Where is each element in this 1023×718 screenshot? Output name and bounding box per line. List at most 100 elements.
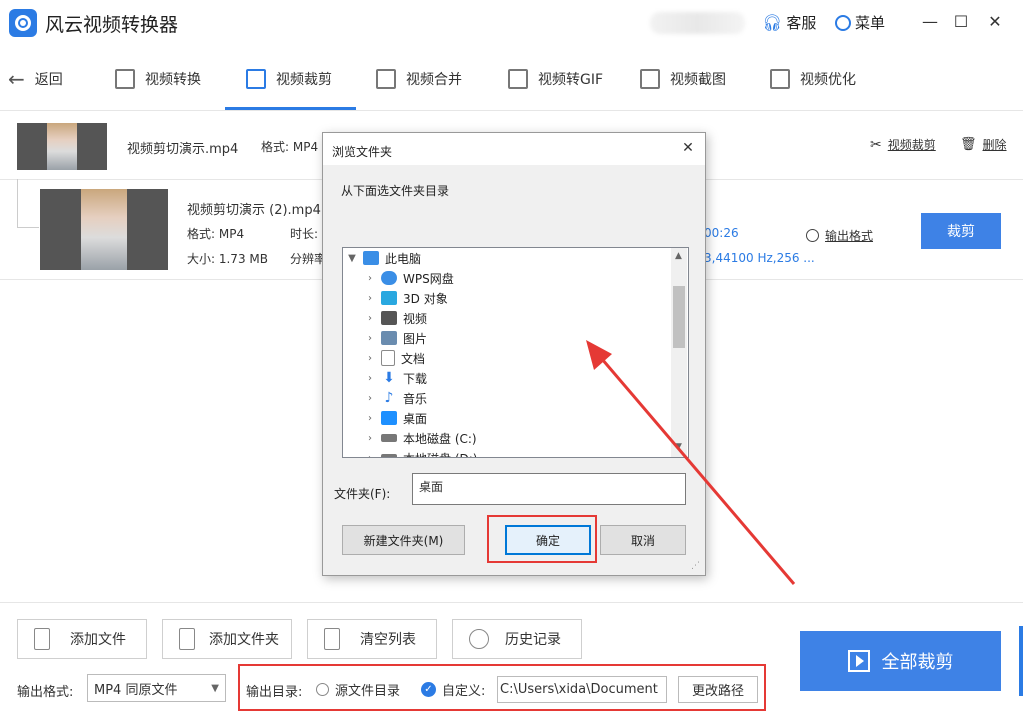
history-button[interactable]: 历史记录 xyxy=(452,619,582,659)
new-folder-button[interactable]: 新建文件夹(M) xyxy=(342,525,465,555)
chevron-down-icon: ▼ xyxy=(348,252,356,264)
chevron-right-icon: › xyxy=(368,332,372,344)
annotation-arrow-icon xyxy=(586,340,796,585)
change-path-button[interactable]: 更改路径 xyxy=(678,676,758,703)
output-format-label: 输出格式: xyxy=(17,685,74,700)
cloud-icon xyxy=(381,271,397,285)
tree-item-wps[interactable]: › WPS网盘 xyxy=(363,268,454,288)
computer-icon xyxy=(363,251,379,265)
chevron-right-icon: › xyxy=(368,272,372,284)
add-folder-icon xyxy=(179,628,195,650)
tab-video-convert[interactable]: 视频转换 xyxy=(115,48,201,110)
add-file-icon xyxy=(34,628,50,650)
custom-dir-radio[interactable]: ✓ 自定义: xyxy=(421,680,485,699)
minimize-button[interactable]: — xyxy=(920,12,940,32)
screenshot-icon xyxy=(640,69,660,89)
trash-icon xyxy=(324,628,340,650)
delete-link[interactable]: 🗑︎ 删除 xyxy=(960,136,1007,153)
custom-path-input[interactable]: C:\Users\xida\Document xyxy=(497,676,667,703)
tree-item-pictures[interactable]: › 图片 xyxy=(363,328,427,348)
trash-icon: 🗑︎ xyxy=(960,137,977,152)
arrow-left-icon: ← xyxy=(8,67,25,91)
chevron-right-icon: › xyxy=(368,372,372,384)
tree-connector xyxy=(17,179,18,227)
dialog-title: 浏览文件夹 xyxy=(332,145,393,159)
menu-button[interactable]: 菜单 xyxy=(835,12,885,33)
customer-service-button[interactable]: 🎧︎ 客服 xyxy=(762,12,816,33)
document-icon xyxy=(381,350,395,366)
disk-icon xyxy=(381,454,397,457)
crop-all-button[interactable]: 全部裁剪 xyxy=(800,631,1001,691)
arrow-shaft xyxy=(594,351,796,585)
file-resolution: 分辨率 xyxy=(290,252,327,266)
output-dir-label: 输出目录: xyxy=(246,685,303,700)
folder-label: 文件夹(F): xyxy=(334,487,391,501)
chevron-down-icon: ▼ xyxy=(211,682,219,694)
tab-video-crop[interactable]: 视频裁剪 xyxy=(246,48,332,110)
settings-icon xyxy=(806,229,819,242)
tree-item-desktop[interactable]: › 桌面 xyxy=(363,408,427,428)
cube-icon xyxy=(381,291,397,305)
dialog-close-button[interactable]: ✕ xyxy=(679,139,697,157)
picture-icon xyxy=(381,331,397,345)
tab-video-merge[interactable]: 视频合并 xyxy=(376,48,462,110)
download-icon: ⬇ xyxy=(383,370,395,386)
chevron-right-icon: › xyxy=(368,452,372,458)
menu-icon xyxy=(835,14,851,31)
chevron-right-icon: › xyxy=(368,432,372,444)
file-name: 视频剪切演示 (2).mp4 xyxy=(187,203,321,218)
radio-unchecked-icon xyxy=(316,683,329,696)
scissors-icon: ✂ xyxy=(870,136,882,153)
tree-item-disk-c[interactable]: › 本地磁盘 (C:) xyxy=(363,428,477,448)
maximize-button[interactable]: ☐ xyxy=(951,12,971,32)
active-tab-indicator xyxy=(225,107,356,110)
output-duration: 00:26 xyxy=(704,226,739,240)
disk-icon xyxy=(381,434,397,442)
tree-item-3d[interactable]: › 3D 对象 xyxy=(363,288,448,308)
edge-strip xyxy=(1019,626,1023,696)
tree-item-documents[interactable]: › 文档 xyxy=(363,348,425,368)
video-thumbnail xyxy=(40,189,168,270)
blurred-account xyxy=(650,12,745,34)
video-convert-icon xyxy=(115,69,135,89)
tree-item-downloads[interactable]: › ⬇ 下载 xyxy=(363,368,427,388)
scroll-up-icon: ▲ xyxy=(675,251,682,261)
headset-icon: 🎧︎ xyxy=(762,13,783,32)
chevron-right-icon: › xyxy=(368,412,372,424)
music-icon: ♪ xyxy=(384,390,394,406)
divider xyxy=(0,602,1023,603)
film-icon xyxy=(381,311,397,325)
chevron-right-icon: › xyxy=(368,312,372,324)
app-title: 风云视频转换器 xyxy=(45,14,179,36)
output-format-select[interactable]: MP4 同原文件 ▼ xyxy=(87,674,226,702)
tree-connector xyxy=(17,227,39,228)
optimize-icon xyxy=(770,69,790,89)
tree-item-this-pc[interactable]: ▼ 此电脑 xyxy=(345,248,421,268)
clear-list-button[interactable]: 清空列表 xyxy=(307,619,437,659)
nav-bar: ← 返回 视频转换 视频裁剪 视频合并 视频转GIF 视频截图 视频优化 xyxy=(0,48,1023,111)
tab-video-gif[interactable]: 视频转GIF xyxy=(508,48,603,110)
file-name: 视频剪切演示.mp4 xyxy=(127,142,239,157)
radio-checked-icon: ✓ xyxy=(421,682,436,697)
video-crop-link[interactable]: ✂ 视频裁剪 xyxy=(870,136,936,153)
add-folder-button[interactable]: 添加文件夹 xyxy=(162,619,292,659)
back-button[interactable]: ← 返回 xyxy=(8,48,63,110)
tab-video-screenshot[interactable]: 视频截图 xyxy=(640,48,726,110)
tree-item-videos[interactable]: › 视频 xyxy=(363,308,427,328)
tree-item-disk-d[interactable]: › 本地磁盘 (D:) xyxy=(363,448,477,458)
desktop-icon xyxy=(381,411,397,425)
close-button[interactable]: ✕ xyxy=(985,12,1005,32)
add-file-button[interactable]: 添加文件 xyxy=(17,619,147,659)
tree-item-music[interactable]: › ♪ 音乐 xyxy=(363,388,427,408)
source-dir-radio[interactable]: 源文件目录 xyxy=(316,680,400,699)
video-thumbnail xyxy=(17,123,107,170)
file-format: 格式: MP4 xyxy=(261,140,319,154)
file-format: 格式: MP4 xyxy=(187,227,245,241)
crop-button[interactable]: 裁剪 xyxy=(921,213,1001,249)
play-icon xyxy=(847,650,870,672)
audio-info: 3,44100 Hz,256 ... xyxy=(704,251,815,265)
gif-icon xyxy=(508,69,528,89)
tab-video-optimize[interactable]: 视频优化 xyxy=(770,48,856,110)
clock-icon xyxy=(469,629,489,649)
output-format-link[interactable]: 输出格式 xyxy=(806,227,873,244)
